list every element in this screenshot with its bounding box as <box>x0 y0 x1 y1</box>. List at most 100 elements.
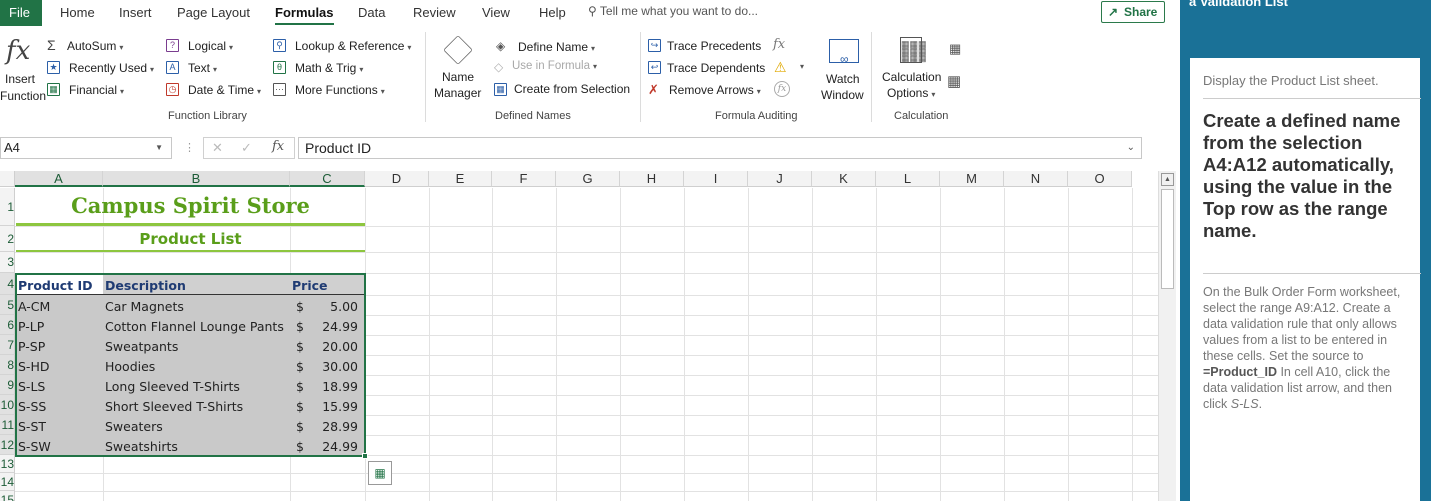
insert-function-line1[interactable]: Insert <box>5 72 35 86</box>
remove-arrows-button[interactable]: Remove Arrows ▾ <box>669 83 761 97</box>
cell-description[interactable]: Long Sleeved T-Shirts <box>105 379 240 394</box>
cancel-icon[interactable]: ✕ <box>212 140 223 156</box>
sheet-title[interactable]: Campus Spirit Store <box>16 193 365 218</box>
column-header[interactable]: M <box>940 171 1004 187</box>
column-header[interactable]: N <box>1004 171 1068 187</box>
cell-description[interactable]: Sweaters <box>105 419 163 434</box>
show-formulas-icon[interactable]: fx <box>773 37 785 52</box>
cell-description[interactable]: Sweatpants <box>105 339 178 354</box>
cell-product-id[interactable]: S-SS <box>18 399 46 414</box>
calculation-options-line1[interactable]: Calculation <box>882 70 941 84</box>
column-header[interactable]: D <box>365 171 429 187</box>
trace-dependents-button[interactable]: Trace Dependents <box>667 61 765 75</box>
share-button[interactable]: ↗ Share <box>1101 1 1165 23</box>
column-header[interactable]: A <box>15 171 103 187</box>
cell-product-id[interactable]: A-CM <box>18 299 50 314</box>
tell-me-search[interactable]: ⚲ Tell me what you want to do... <box>588 4 758 18</box>
tab-data[interactable]: Data <box>358 5 385 20</box>
row-header[interactable]: 4 <box>0 273 15 295</box>
row-header[interactable]: 2 <box>0 226 15 252</box>
tab-review[interactable]: Review <box>413 5 456 20</box>
insert-function-line2[interactable]: Function <box>0 89 46 103</box>
column-header[interactable]: J <box>748 171 812 187</box>
name-manager-line2[interactable]: Manager <box>434 86 481 100</box>
scroll-thumb[interactable] <box>1161 189 1174 289</box>
tab-view[interactable]: View <box>482 5 510 20</box>
cell-product-id[interactable]: P-LP <box>18 319 44 334</box>
sheet-subtitle[interactable]: Product List <box>16 230 365 248</box>
header-description[interactable]: Description <box>105 278 186 293</box>
fill-handle[interactable] <box>362 453 368 459</box>
row-header[interactable]: 3 <box>0 252 15 273</box>
use-in-formula-button[interactable]: Use in Formula ▾ <box>512 60 597 72</box>
watch-window-line1[interactable]: Watch <box>826 72 860 86</box>
formula-bar-grip-icon[interactable]: ⋮ <box>184 141 195 154</box>
date-time-button[interactable]: Date & Time ▾ <box>188 83 261 97</box>
cell-description[interactable]: Hoodies <box>105 359 155 374</box>
tab-page-layout[interactable]: Page Layout <box>177 5 250 20</box>
calculate-now-icon[interactable]: ▦ <box>949 41 961 57</box>
quick-analysis-icon[interactable]: ▦ <box>368 461 392 485</box>
error-checking-caret-icon[interactable]: ▾ <box>800 62 804 71</box>
name-manager-line1[interactable]: Name <box>442 70 474 84</box>
select-all-corner[interactable] <box>0 171 15 187</box>
scroll-up-icon[interactable]: ▲ <box>1161 173 1174 186</box>
cell-product-id[interactable]: S-SW <box>18 439 51 454</box>
column-header[interactable]: G <box>556 171 620 187</box>
enter-icon[interactable]: ✓ <box>241 140 252 156</box>
cell-product-id[interactable]: S-ST <box>18 419 46 434</box>
define-name-button[interactable]: Define Name ▾ <box>518 40 595 54</box>
create-from-selection-button[interactable]: Create from Selection <box>514 82 630 96</box>
row-header[interactable]: 12 <box>0 435 15 455</box>
formula-input[interactable]: Product ID ⌄ <box>298 137 1142 159</box>
expand-formula-bar-icon[interactable]: ⌄ <box>1127 138 1135 158</box>
row-header[interactable]: 10 <box>0 395 15 415</box>
watch-window-line2[interactable]: Window <box>821 88 864 102</box>
cell-description[interactable]: Car Magnets <box>105 299 184 314</box>
chevron-down-icon[interactable]: ▼ <box>155 138 163 158</box>
cell-price[interactable]: 15.99 <box>310 399 358 414</box>
cell-price[interactable]: 18.99 <box>310 379 358 394</box>
row-header[interactable]: 8 <box>0 355 15 375</box>
cell-description[interactable]: Sweatshirts <box>105 439 178 454</box>
tab-help[interactable]: Help <box>539 5 566 20</box>
trace-precedents-button[interactable]: Trace Precedents <box>667 39 761 53</box>
row-header[interactable]: 7 <box>0 335 15 355</box>
file-tab[interactable]: File <box>0 0 42 26</box>
cell-price[interactable]: 24.99 <box>310 319 358 334</box>
row-header[interactable]: 9 <box>0 375 15 395</box>
cell-price[interactable]: 20.00 <box>310 339 358 354</box>
column-header[interactable]: E <box>429 171 492 187</box>
calculation-options-line2[interactable]: Options ▾ <box>887 86 935 100</box>
column-header[interactable]: H <box>620 171 684 187</box>
cell-product-id[interactable]: S-HD <box>18 359 49 374</box>
more-functions-button[interactable]: More Functions ▾ <box>295 83 385 97</box>
math-trig-button[interactable]: Math & Trig ▾ <box>295 61 363 75</box>
tab-insert[interactable]: Insert <box>119 5 152 20</box>
column-header[interactable]: F <box>492 171 556 187</box>
row-header[interactable]: 11 <box>0 415 15 435</box>
column-header[interactable]: B <box>103 171 290 187</box>
financial-button[interactable]: Financial ▾ <box>69 83 124 97</box>
recently-used-button[interactable]: Recently Used ▾ <box>69 61 154 75</box>
header-product-id[interactable]: Product ID <box>18 278 93 293</box>
row-header[interactable]: 14 <box>0 473 15 491</box>
calculate-sheet-icon[interactable]: ▦ <box>947 72 961 90</box>
row-header[interactable]: 6 <box>0 315 15 335</box>
header-price[interactable]: Price <box>292 278 328 293</box>
evaluate-formula-icon[interactable]: fx <box>774 81 790 97</box>
cell-price[interactable]: 24.99 <box>310 439 358 454</box>
logical-button[interactable]: Logical ▾ <box>188 39 233 53</box>
column-header[interactable]: I <box>684 171 748 187</box>
column-header[interactable]: L <box>876 171 940 187</box>
cell-product-id[interactable]: S-LS <box>18 379 45 394</box>
row-header[interactable]: 13 <box>0 455 15 473</box>
text-button[interactable]: Text ▾ <box>188 61 217 75</box>
name-box[interactable]: A4 ▼ <box>0 137 172 159</box>
row-header[interactable]: 15 <box>0 491 15 501</box>
lookup-reference-button[interactable]: Lookup & Reference ▾ <box>295 39 411 53</box>
cell-price[interactable]: 28.99 <box>310 419 358 434</box>
autosum-button[interactable]: AutoSum ▾ <box>67 39 123 53</box>
cell-price[interactable]: 30.00 <box>310 359 358 374</box>
cell-description[interactable]: Short Sleeved T-Shirts <box>105 399 243 414</box>
